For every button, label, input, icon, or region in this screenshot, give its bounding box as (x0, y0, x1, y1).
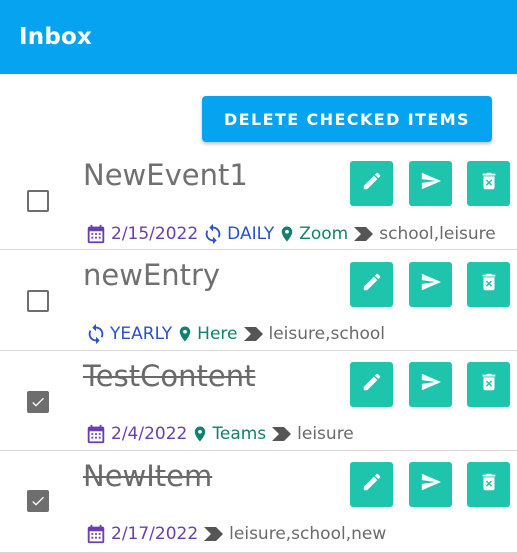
repeat-icon (202, 222, 224, 246)
item-tags: leisure,school,new (229, 524, 387, 544)
trash-icon (478, 169, 500, 198)
send-button[interactable] (409, 262, 452, 307)
edit-button[interactable] (350, 161, 393, 206)
item-checkbox[interactable] (27, 490, 49, 512)
delete-checked-items-button[interactable]: DELETE CHECKED ITEMS (202, 96, 492, 142)
item-title: NewEvent1 (83, 158, 248, 192)
item-tags: leisure,school (268, 324, 386, 344)
item-title: newEntry (83, 258, 221, 292)
item-meta: 2/4/2022 Teams leisure (85, 421, 354, 447)
list-item: TestContent 2/4/2022 Teams leisure (0, 351, 517, 451)
location-pin-icon (278, 222, 296, 246)
delete-button[interactable] (467, 161, 510, 206)
send-button[interactable] (409, 362, 452, 407)
list-item: NewItem 2/17/2022 leisure,school,new (0, 451, 517, 553)
item-meta: 2/17/2022 leisure,school,new (85, 521, 386, 547)
item-checkbox[interactable] (27, 190, 49, 212)
repeat-icon (85, 322, 107, 346)
item-recurrence: DAILY (227, 224, 275, 244)
item-checkbox[interactable] (27, 290, 49, 312)
item-recurrence: YEARLY (110, 324, 173, 344)
item-tags: leisure (297, 424, 354, 444)
list-item: newEntry YEARLY Here leisure,school (0, 250, 517, 351)
calendar-icon (85, 222, 107, 246)
item-date: 2/17/2022 (111, 524, 199, 544)
send-icon (419, 271, 443, 298)
location-pin-icon (176, 322, 194, 346)
app-bar: Inbox (0, 0, 517, 74)
label-tag-icon (242, 324, 266, 344)
delete-button[interactable] (467, 362, 510, 407)
pencil-icon (361, 170, 383, 197)
delete-button[interactable] (467, 462, 510, 507)
location-pin-icon (191, 422, 209, 446)
label-tag-icon (352, 224, 376, 244)
trash-icon (478, 270, 500, 299)
item-meta: YEARLY Here leisure,school (85, 321, 385, 347)
trash-icon (478, 370, 500, 399)
item-location: Here (197, 324, 238, 344)
pencil-icon (361, 271, 383, 298)
calendar-icon (85, 522, 107, 546)
item-checkbox[interactable] (27, 391, 49, 413)
calendar-icon (85, 422, 107, 446)
edit-button[interactable] (350, 462, 393, 507)
item-location: Teams (212, 424, 267, 444)
send-icon (419, 471, 443, 498)
item-title: NewItem (83, 459, 213, 493)
label-tag-icon (202, 524, 226, 544)
delete-button[interactable] (467, 262, 510, 307)
item-location: Zoom (299, 224, 349, 244)
trash-icon (478, 470, 500, 499)
send-button[interactable] (409, 161, 452, 206)
pencil-icon (361, 371, 383, 398)
list-item: NewEvent1 2/15/2022 DAILY Zoom school,le… (0, 150, 517, 250)
label-tag-icon (270, 424, 294, 444)
item-tags: school,leisure (379, 224, 496, 244)
send-button[interactable] (409, 462, 452, 507)
item-title: TestContent (83, 359, 256, 393)
item-date: 2/15/2022 (111, 224, 199, 244)
item-meta: 2/15/2022 DAILY Zoom school,leisure (85, 221, 496, 247)
edit-button[interactable] (350, 362, 393, 407)
edit-button[interactable] (350, 262, 393, 307)
pencil-icon (361, 471, 383, 498)
page-title: Inbox (19, 24, 93, 50)
item-date: 2/4/2022 (111, 424, 188, 444)
send-icon (419, 371, 443, 398)
send-icon (419, 170, 443, 197)
